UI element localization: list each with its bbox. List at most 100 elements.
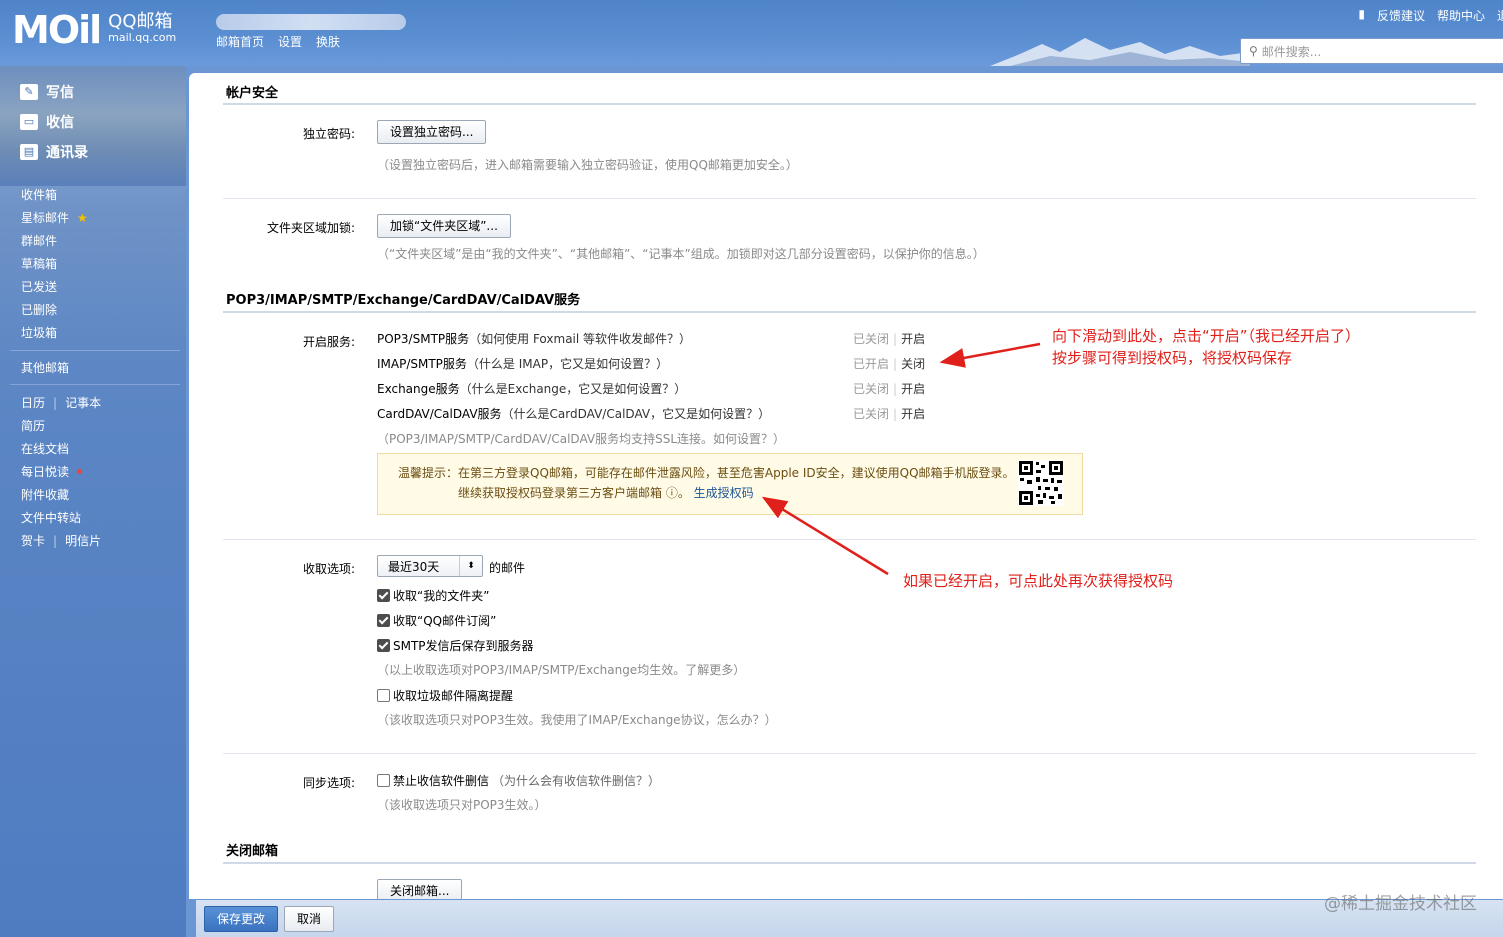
sidebar-item-daily-read[interactable]: 每日悦读 (21, 463, 83, 480)
carddav-enable-link[interactable]: 开启 (901, 407, 925, 421)
imap-disable-link[interactable]: 关闭 (901, 357, 925, 371)
contacts-icon: ▤ (20, 144, 38, 160)
service-carddav-caldav: CardDAV/CalDAV服务（什么是CardDAV/CalDAV，它又是如何… (377, 407, 771, 421)
sidebar-calendar-notes: 日历 | 记事本 (21, 394, 102, 411)
checkbox[interactable] (377, 774, 390, 787)
lock-folder-button[interactable]: 加锁“文件夹区域”... (377, 214, 511, 238)
section-divider (223, 862, 1476, 864)
annotation-text-2: 如果已经开启，可点此处再次获得授权码 (903, 572, 1174, 590)
help-center-link[interactable]: 帮助中心 (1437, 7, 1485, 24)
exchange-enable-link[interactable]: 开启 (901, 382, 925, 396)
sidebar-item-deleted[interactable]: 已删除 (21, 301, 57, 318)
nav-skin[interactable]: 换肤 (316, 33, 340, 50)
section-divider (223, 103, 1476, 105)
service-help-link[interactable]: （如何使用 Foxmail 等软件收发邮件？） (469, 332, 691, 346)
check-smtp-save[interactable]: SMTP发信后保存到服务器 (377, 637, 534, 654)
save-changes-button[interactable]: 保存更改 (204, 906, 279, 932)
bottom-action-bar: 保存更改 取消 (196, 900, 1503, 937)
sidebar-item-drafts[interactable]: 草稿箱 (21, 255, 57, 272)
cancel-button[interactable]: 取消 (284, 906, 335, 932)
section-title-services: POP3/IMAP/SMTP/Exchange/CardDAV/CalDAV服务 (226, 293, 581, 308)
receive-options-label: 收取选项: (302, 562, 355, 576)
search-placeholder: 邮件搜索... (1261, 44, 1322, 59)
logo-subtitle: mail.qq.com (108, 31, 177, 44)
top-header: MOil QQ邮箱 mail.qq.com 邮箱首页 设置 换肤 ▮ 反馈建议 … (0, 0, 1503, 66)
sidebar-item-docs[interactable]: 在线文档 (21, 440, 69, 457)
compose-button[interactable]: ✎ 写信 (20, 82, 74, 102)
inbox-icon: ▭ (20, 114, 38, 130)
check-qq-subscription[interactable]: 收取“QQ邮件订阅” (377, 612, 496, 629)
pop3-enable-link[interactable]: 开启 (901, 332, 925, 346)
check-forbid-delete[interactable]: 禁止收信软件删信 （为什么会有收信软件删信？） (377, 772, 660, 789)
select-arrows-icon: ⬍ (459, 556, 482, 576)
warning-tip-box: 温馨提示：在第三方登录QQ邮箱，可能存在邮件泄露风险，甚至危害Apple ID安… (377, 453, 1083, 515)
generate-auth-code-link[interactable]: 生成授权码 (694, 486, 754, 500)
service-help-link[interactable]: （什么是 IMAP，它又是如何设置？） (467, 357, 668, 371)
sidebar-item-card[interactable]: 贺卡 (21, 532, 45, 549)
service-carddav-status: 已关闭 | 开启 (853, 407, 926, 421)
contacts-button[interactable]: ▤ 通讯录 (20, 142, 88, 162)
check-my-folders[interactable]: 收取“我的文件夹” (377, 587, 489, 604)
checkbox[interactable] (377, 689, 390, 702)
close-mailbox-button[interactable]: 关闭邮箱... (377, 879, 463, 899)
section-divider (223, 311, 1476, 313)
sidebar-card-postcard: 贺卡 | 明信片 (21, 532, 102, 549)
folder-lock-hint: （“文件夹区域”是由“我的文件夹”、“其他邮箱”、“记事本”组成。加锁即对这几部… (377, 247, 985, 261)
sidebar-item-inbox[interactable]: 收件箱 (21, 186, 57, 203)
qr-code-icon (1018, 460, 1064, 506)
left-sidebar: ✎ 写信 ▭ 收信 ▤ 通讯录 收件箱 星标邮件 ★ 群邮件 草稿箱 已发送 已删除 垃… (0, 66, 186, 937)
sidebar-item-file-transfer[interactable]: 文件中转站 (21, 509, 81, 526)
mail-search-box[interactable]: ⚲ 邮件搜索... (1240, 38, 1503, 64)
password-hint: （设置独立密码后，进入邮箱需要输入独立密码验证，使用QQ邮箱更加安全。） (377, 158, 798, 172)
sidebar-item-attachments[interactable]: 附件收藏 (21, 486, 69, 503)
mountain-decoration (990, 38, 1250, 66)
feedback-link[interactable]: 反馈建议 (1377, 7, 1425, 24)
spam-hint: （该收取选项只对POP3生效。我使用了IMAP/Exchange协议，怎么办？） (377, 713, 777, 727)
checkbox[interactable] (377, 589, 390, 602)
nav-mail-home[interactable]: 邮箱首页 (216, 33, 264, 50)
service-imap-status: 已开启 | 关闭 (853, 357, 926, 371)
sidebar-item-notes[interactable]: 记事本 (65, 394, 101, 411)
set-password-button[interactable]: 设置独立密码... (377, 120, 487, 144)
service-help-link[interactable]: （什么是Exchange，它又是如何设置？） (460, 382, 687, 396)
sidebar-item-group[interactable]: 群邮件 (21, 232, 57, 249)
select-suffix: 的邮件 (489, 561, 526, 575)
row-divider (223, 753, 1476, 754)
checkbox[interactable] (377, 614, 390, 627)
logo-title: QQ邮箱 (108, 11, 173, 32)
sidebar-divider (10, 384, 180, 385)
sidebar-item-spam[interactable]: 垃圾箱 (21, 324, 57, 341)
logout-link[interactable]: 退 (1497, 7, 1503, 24)
sidebar-item-sent[interactable]: 已发送 (21, 278, 57, 295)
sync-options-label: 同步选项: (302, 776, 355, 790)
service-exchange: Exchange服务（什么是Exchange，它又是如何设置？） (377, 382, 687, 396)
search-icon: ⚲ (1249, 44, 1258, 58)
row-divider (223, 539, 1476, 540)
qq-mail-logo[interactable]: MOil QQ邮箱 mail.qq.com (12, 10, 176, 50)
pencil-icon: ✎ (20, 84, 38, 100)
sidebar-item-other-mail[interactable]: 其他邮箱 (21, 359, 69, 376)
checkbox[interactable] (377, 639, 390, 652)
receive-hint: （以上收取选项对POP3/IMAP/SMTP/Exchange均生效。了解更多） (377, 663, 746, 677)
star-icon: ★ (77, 210, 88, 225)
phone-icon[interactable]: ▮ (1358, 7, 1365, 24)
nav-settings[interactable]: 设置 (278, 33, 302, 50)
top-links: ▮ 反馈建议 帮助中心 退 (1358, 7, 1503, 24)
service-pop3-smtp: POP3/SMTP服务（如何使用 Foxmail 等软件收发邮件？） (377, 332, 692, 346)
check-spam-reminder[interactable]: 收取垃圾邮件隔离提醒 (377, 687, 513, 704)
receive-button[interactable]: ▭ 收信 (20, 112, 74, 132)
sidebar-item-resume[interactable]: 简历 (21, 417, 45, 434)
sidebar-item-calendar[interactable]: 日历 (21, 394, 45, 411)
sidebar-item-starred[interactable]: 星标邮件 ★ (21, 209, 88, 226)
top-nav: 邮箱首页 设置 换肤 (216, 33, 340, 50)
service-imap-smtp: IMAP/SMTP服务（什么是 IMAP，它又是如何设置？） (377, 357, 669, 371)
new-dot-icon (77, 469, 83, 474)
service-help-link[interactable]: （什么是CardDAV/CalDAV，它又是如何设置？） (502, 407, 771, 421)
watermark: @稀土掘金技术社区 (1324, 894, 1477, 914)
sidebar-divider (10, 350, 180, 351)
sync-help-link[interactable]: （为什么会有收信软件删信？） (492, 772, 660, 789)
sidebar-item-postcard[interactable]: 明信片 (65, 532, 101, 549)
receive-range-select[interactable]: 最近30天 ⬍ (377, 555, 483, 577)
service-pop3-status: 已关闭 | 开启 (853, 332, 926, 346)
section-title-account-security: 帐户安全 (226, 86, 279, 101)
